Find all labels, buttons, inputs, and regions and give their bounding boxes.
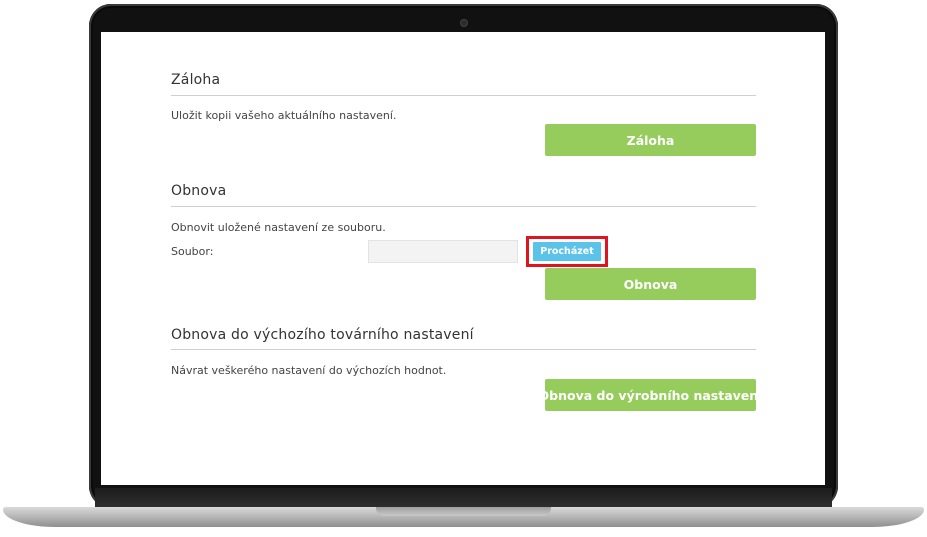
file-label: Soubor: bbox=[171, 245, 214, 258]
backup-divider bbox=[171, 95, 756, 96]
restore-button[interactable]: Obnova bbox=[545, 268, 756, 300]
browse-highlight: Procházet bbox=[526, 236, 608, 267]
backup-button[interactable]: Záloha bbox=[545, 124, 756, 156]
factory-divider bbox=[171, 349, 756, 350]
laptop-hinge bbox=[95, 488, 832, 508]
restore-section-title: Obnova bbox=[171, 183, 227, 199]
laptop-base-notch bbox=[376, 507, 551, 516]
file-path-field[interactable] bbox=[368, 240, 518, 263]
restore-divider bbox=[171, 206, 756, 207]
factory-section-title: Obnova do výchozího továrního nastavení bbox=[171, 327, 474, 343]
laptop-screen: Záloha Uložit kopii vašeho aktuálního na… bbox=[101, 32, 825, 485]
restore-description: Obnovit uložené nastavení ze souboru. bbox=[171, 221, 386, 234]
factory-description: Návrat veškerého nastavení do výchozích … bbox=[171, 364, 447, 377]
webcam bbox=[461, 20, 467, 26]
browse-button[interactable]: Procházet bbox=[533, 242, 601, 261]
factory-reset-button[interactable]: Obnova do výrobního nastavení bbox=[539, 379, 762, 411]
backup-description: Uložit kopii vašeho aktuálního nastavení… bbox=[171, 109, 397, 122]
backup-section-title: Záloha bbox=[171, 72, 221, 88]
